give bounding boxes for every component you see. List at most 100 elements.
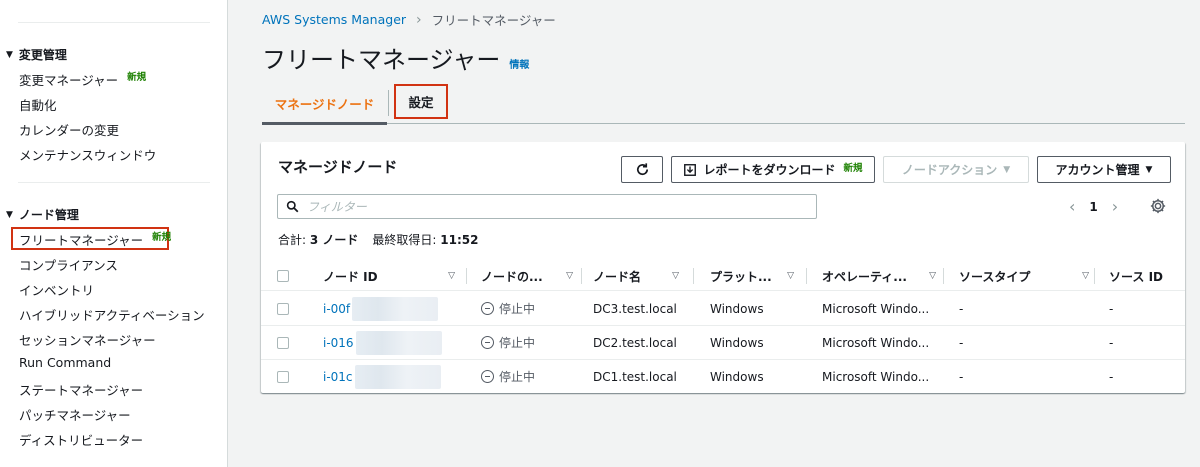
column-header-node-status[interactable]: ノードの... ▽ — [481, 261, 581, 291]
sidebar-item-session-manager[interactable]: セッションマネージャー — [19, 330, 156, 349]
sort-icon: ▽ — [1082, 271, 1089, 281]
tab-settings[interactable]: 設定 — [394, 84, 448, 119]
node-id-cell[interactable]: i-016 — [323, 326, 442, 359]
node-action-button[interactable]: ノードアクション ▼ — [883, 156, 1029, 183]
source-type-cell: - — [959, 335, 964, 350]
filter-input[interactable] — [307, 199, 787, 214]
sidebar-item-fleet-manager[interactable]: フリートマネージャー 新規 — [19, 230, 171, 249]
column-divider — [1094, 268, 1095, 284]
table-row[interactable]: i-016 停止中 DC2.test.local Windows Microso… — [261, 326, 1185, 360]
download-report-button[interactable]: レポートをダウンロード 新規 — [671, 156, 875, 183]
sidebar: ▼ 変更管理 変更マネージャー 新規 自動化 カレンダーの変更 メンテナンスウィ… — [0, 0, 228, 467]
status-text: 停止中 — [499, 370, 536, 384]
sidebar-item-state-manager[interactable]: ステートマネージャー — [19, 380, 143, 399]
column-divider — [693, 268, 694, 284]
column-header-label: ソースタイプ — [959, 269, 1031, 284]
row-checkbox-cell[interactable] — [277, 360, 289, 393]
sidebar-item-label: インベントリ — [19, 283, 95, 298]
redacted-id — [354, 364, 441, 389]
new-badge: 新規 — [843, 162, 863, 174]
table-row[interactable]: i-00f 停止中 DC3.test.local Windows Microso… — [261, 292, 1185, 326]
column-header-node-id[interactable]: ノード ID ▽ — [323, 261, 463, 291]
table-row[interactable]: i-01c 停止中 DC1.test.local Windows Microso… — [261, 360, 1185, 394]
row-checkbox[interactable] — [277, 370, 289, 383]
redacted-id — [355, 330, 442, 355]
node-name-cell: DC3.test.local — [593, 301, 677, 316]
sidebar-divider — [18, 22, 210, 23]
new-badge: 新規 — [152, 231, 172, 243]
source-id-cell: - — [1109, 369, 1114, 384]
caret-down-icon: ▼ — [6, 209, 13, 220]
sidebar-item-label: 変更マネージャー — [19, 73, 119, 88]
sidebar-item-label: ディストリビューター — [19, 433, 144, 448]
sort-icon: ▽ — [566, 271, 573, 281]
chevron-left-icon[interactable]: ‹ — [1069, 197, 1075, 216]
sidebar-section-change-management[interactable]: ▼ 変更管理 — [6, 46, 67, 63]
sidebar-item-inventory[interactable]: インベントリ — [19, 280, 94, 299]
sidebar-item-distributor[interactable]: ディストリビューター — [19, 430, 143, 449]
node-id-link[interactable]: i-01c — [323, 370, 353, 384]
account-management-button[interactable]: アカウント管理 ▼ — [1037, 156, 1171, 183]
sort-icon: ▽ — [448, 271, 455, 281]
pagination: ‹ 1 › — [1069, 197, 1118, 216]
sidebar-item-patch-manager[interactable]: パッチマネージャー — [19, 405, 131, 424]
sidebar-item-run-command[interactable]: Run Command — [19, 355, 111, 370]
sidebar-section-node-management[interactable]: ▼ ノード管理 — [6, 206, 79, 223]
section-label: ノード管理 — [18, 208, 79, 222]
node-id-cell[interactable]: i-01c — [323, 360, 441, 393]
row-checkbox[interactable] — [277, 336, 289, 349]
stopped-icon — [481, 336, 494, 349]
caret-down-icon: ▼ — [1145, 164, 1153, 175]
sidebar-item-label: コンプライアンス — [19, 258, 118, 273]
info-link[interactable]: 情報 — [509, 56, 529, 71]
button-label: アカウント管理 — [1055, 163, 1140, 177]
section-label: 変更管理 — [18, 48, 67, 62]
node-id-link[interactable]: i-016 — [323, 336, 354, 350]
sidebar-item-compliance[interactable]: コンプライアンス — [19, 255, 118, 274]
select-all-checkbox[interactable] — [277, 270, 289, 282]
chevron-right-icon[interactable]: › — [1112, 197, 1118, 216]
node-id-link[interactable]: i-00f — [323, 302, 350, 316]
page-number[interactable]: 1 — [1089, 200, 1097, 214]
row-checkbox-cell[interactable] — [277, 292, 289, 325]
select-all-cell[interactable] — [277, 261, 297, 291]
tab-divider — [388, 90, 389, 116]
filter-box[interactable] — [277, 194, 817, 219]
button-label: レポートをダウンロード — [703, 163, 836, 177]
breadcrumb-root-link[interactable]: AWS Systems Manager — [262, 12, 406, 27]
platform-cell: Windows — [710, 335, 764, 350]
sidebar-item-hybrid-activations[interactable]: ハイブリッドアクティベーション — [19, 305, 205, 324]
panel-title: マネージドノード — [278, 158, 398, 176]
sidebar-item-change-calendar[interactable]: カレンダーの変更 — [19, 120, 119, 139]
row-checkbox[interactable] — [277, 302, 289, 315]
caret-down-icon: ▼ — [6, 49, 13, 60]
sidebar-item-label: ハイブリッドアクティベーション — [19, 308, 205, 323]
sidebar-item-automation[interactable]: 自動化 — [19, 95, 57, 114]
column-header-os[interactable]: オペレーティ... ▽ — [822, 261, 944, 291]
row-checkbox-cell[interactable] — [277, 326, 289, 359]
source-id-cell: - — [1109, 335, 1114, 350]
column-header-source-type[interactable]: ソースタイプ ▽ — [959, 261, 1097, 291]
node-status-cell: 停止中 — [481, 326, 535, 359]
tab-managed-nodes[interactable]: マネージドノード — [262, 84, 387, 125]
new-badge: 新規 — [127, 71, 147, 83]
sidebar-item-label: Run Command — [19, 355, 112, 370]
gear-icon[interactable] — [1149, 197, 1167, 215]
column-header-node-name[interactable]: ノード名 ▽ — [593, 261, 687, 291]
sidebar-item-label: セッションマネージャー — [19, 333, 156, 348]
refresh-button[interactable] — [621, 156, 663, 183]
button-label: ノードアクション — [901, 163, 998, 177]
column-header-platform[interactable]: プラット... ▽ — [710, 261, 802, 291]
status-text: 停止中 — [499, 336, 536, 350]
sidebar-item-label: ステートマネージャー — [19, 383, 144, 398]
source-id-cell: - — [1109, 301, 1114, 316]
node-id-cell[interactable]: i-00f — [323, 292, 439, 325]
status-text: 停止中 — [499, 302, 536, 316]
total-count: 合計: 3 ノード — [278, 233, 359, 247]
sidebar-item-change-manager[interactable]: 変更マネージャー 新規 — [19, 70, 146, 89]
column-header-source-id[interactable]: ソース ID — [1109, 261, 1185, 291]
sidebar-item-maintenance-windows[interactable]: メンテナンスウィンドウ — [19, 145, 156, 164]
sidebar-item-label: フリートマネージャー — [19, 233, 144, 248]
sidebar-item-label: パッチマネージャー — [19, 408, 131, 423]
node-name-cell: DC2.test.local — [593, 335, 677, 350]
